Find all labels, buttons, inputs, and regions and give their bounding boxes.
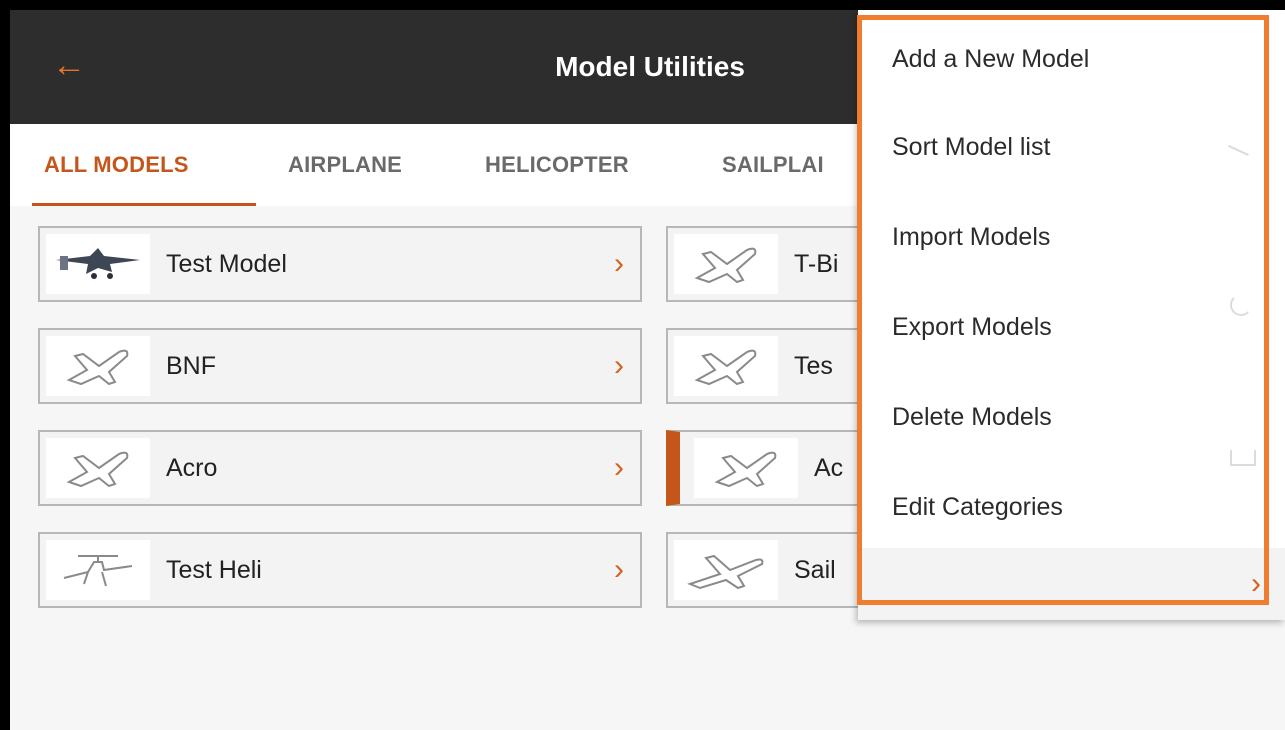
menu-item-import-models[interactable]: Import Models <box>892 192 1050 282</box>
airplane-outline-icon <box>674 234 778 294</box>
model-label: BNF <box>166 352 216 380</box>
chevron-right-icon: › <box>614 553 624 586</box>
tab-airplane[interactable]: AIRPLANE <box>288 124 402 206</box>
model-label: T-Bi <box>794 250 839 278</box>
model-button-bnf[interactable]: BNF › <box>38 328 642 404</box>
tab-all-models[interactable]: ALL MODELS <box>44 124 189 206</box>
faint-radio-icon <box>1230 294 1252 316</box>
faint-checkbox-icon <box>1230 450 1256 466</box>
model-button-test-heli[interactable]: Test Heli › <box>38 532 642 608</box>
warplane-photo-icon <box>46 234 150 294</box>
airplane-outline-icon <box>46 336 150 396</box>
menu-item-export-models[interactable]: Export Models <box>892 282 1052 372</box>
model-label: Acro <box>166 454 218 482</box>
back-arrow-icon[interactable]: ← <box>44 40 94 90</box>
model-button-test-model[interactable]: Test Model › <box>38 226 642 302</box>
faint-check-mark <box>1228 134 1254 156</box>
model-label: Tes <box>794 352 833 380</box>
model-button-acro[interactable]: Acro › <box>38 430 642 506</box>
chevron-right-icon: › <box>614 349 624 382</box>
screen: ← Model Utilities ALL MODELS AIRPLANE HE… <box>10 10 1285 730</box>
model-label: Test Model <box>166 250 287 278</box>
menu-item-edit-categories[interactable]: Edit Categories <box>892 462 1063 552</box>
model-label: Ac <box>814 454 844 482</box>
menu-item-sort-model-list[interactable]: Sort Model list <box>892 102 1050 192</box>
sailplane-outline-icon <box>674 540 778 600</box>
airplane-outline-icon <box>46 438 150 498</box>
page-title: Model Utilities <box>555 51 745 82</box>
model-utilities-menu: Add a New Model Sort Model list Import M… <box>858 10 1285 620</box>
menu-item-delete-models[interactable]: Delete Models <box>892 372 1052 462</box>
model-label: Test Heli <box>166 556 262 584</box>
menu-item-add-new-model[interactable]: Add a New Model <box>892 14 1089 104</box>
chevron-right-icon: › <box>614 451 624 484</box>
model-label: Sail <box>794 556 836 584</box>
helicopter-outline-icon <box>46 540 150 600</box>
chevron-right-icon: › <box>1251 567 1261 600</box>
tab-helicopter[interactable]: HELICOPTER <box>485 124 629 206</box>
tab-sailplane[interactable]: SAILPLAI <box>722 124 824 206</box>
active-tab-indicator <box>32 203 256 206</box>
chevron-right-icon: › <box>614 247 624 280</box>
airplane-outline-icon <box>674 336 778 396</box>
menu-more-row[interactable]: › <box>858 548 1285 620</box>
airplane-outline-icon <box>694 438 798 498</box>
